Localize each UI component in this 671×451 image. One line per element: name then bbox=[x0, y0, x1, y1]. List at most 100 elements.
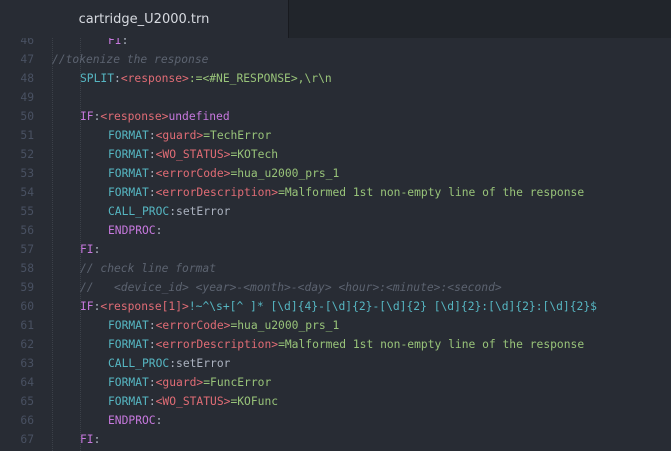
line-number: 58 bbox=[20, 262, 34, 275]
code-line[interactable]: 48 SPLIT:<response>:=<#NE_RESPONSE>,\r\n bbox=[0, 69, 671, 88]
code-token: FORMAT bbox=[108, 186, 149, 199]
code-text: IF:<response>undefined bbox=[80, 107, 230, 126]
code-line[interactable]: 61 FORMAT:<errorCode>=hua_u2000_prs_1 bbox=[0, 316, 671, 335]
code-token: <response[1]> bbox=[100, 300, 189, 313]
code-line[interactable]: 62 FORMAT:<errorDescription>=Malformed 1s… bbox=[0, 335, 671, 354]
code-token: =hua_u2000_prs_1 bbox=[230, 167, 340, 180]
code-token: =Malformed 1st non-empty line of the res… bbox=[278, 186, 585, 199]
code-token: CALL_PROC bbox=[108, 357, 170, 370]
code-line[interactable]: 49 bbox=[0, 88, 671, 107]
code-token: : bbox=[155, 414, 163, 427]
code-text: FORMAT:<guard>=FuncError bbox=[108, 373, 271, 392]
code-text: ENDPROC: bbox=[108, 411, 162, 430]
line-number: 63 bbox=[20, 357, 34, 370]
code-text: FI: bbox=[80, 240, 100, 259]
code-token: :setError bbox=[169, 357, 231, 370]
code-token: FORMAT bbox=[108, 338, 149, 351]
code-line[interactable]: 64 FORMAT:<guard>=FuncError bbox=[0, 373, 671, 392]
code-token: <guard> bbox=[155, 376, 204, 389]
code-line[interactable]: 66 ENDPROC: bbox=[0, 411, 671, 430]
line-number: 55 bbox=[20, 205, 34, 218]
code-line[interactable]: 53 FORMAT:<errorCode>=hua_u2000_prs_1 bbox=[0, 164, 671, 183]
code-line[interactable]: 51 FORMAT:<guard>=TechError bbox=[0, 126, 671, 145]
code-text: CALL_PROC:setError bbox=[108, 354, 230, 373]
code-text: FORMAT:<errorCode>=hua_u2000_prs_1 bbox=[108, 164, 339, 183]
tab-cartridge-file[interactable]: cartridge_U2000.trn bbox=[0, 0, 289, 38]
code-token: IF bbox=[80, 110, 94, 123]
code-token: : bbox=[148, 148, 156, 161]
code-line[interactable]: 54 FORMAT:<errorDescription>=Malformed 1s… bbox=[0, 183, 671, 202]
code-token: <WO_STATUS> bbox=[155, 148, 231, 161]
line-number: 65 bbox=[20, 395, 34, 408]
code-token: !~^\s+[^ ]* [\d]{4}-[\d]{2}-[\d]{2} [\d]… bbox=[188, 300, 597, 313]
code-token: SPLIT bbox=[80, 72, 115, 85]
code-token: : bbox=[121, 38, 129, 47]
code-editor[interactable]: 46 FI: 47//tokenize the response 48 SPLIT:<r… bbox=[0, 38, 671, 451]
code-line[interactable]: 55 CALL_PROC:setError bbox=[0, 202, 671, 221]
line-number: 62 bbox=[20, 338, 34, 351]
code-token: : bbox=[93, 433, 101, 446]
code-token: FORMAT bbox=[108, 148, 149, 161]
code-line[interactable]: 46 FI: bbox=[0, 38, 671, 50]
code-token: : bbox=[155, 224, 163, 237]
code-text: FORMAT:<WO_STATUS>=KOTech bbox=[108, 145, 278, 164]
code-line[interactable]: 58 // check line format bbox=[0, 259, 671, 278]
code-token: =FuncError bbox=[203, 376, 272, 389]
code-token: : bbox=[114, 72, 121, 85]
code-text: CALL_PROC:setError bbox=[108, 202, 230, 221]
code-line[interactable]: 63 CALL_PROC:setError bbox=[0, 354, 671, 373]
code-line[interactable]: 50 IF:<response>undefined bbox=[0, 107, 671, 126]
code-token: FORMAT bbox=[108, 395, 149, 408]
line-number: 56 bbox=[20, 224, 34, 237]
line-number: 61 bbox=[20, 319, 34, 332]
code-text: FORMAT:<errorCode>=hua_u2000_prs_1 bbox=[108, 316, 339, 335]
line-number: 52 bbox=[20, 148, 34, 161]
code-token: =hua_u2000_prs_1 bbox=[230, 319, 340, 332]
code-token: : bbox=[148, 129, 156, 142]
code-token: : bbox=[148, 167, 156, 180]
line-number: 50 bbox=[20, 110, 34, 123]
code-line[interactable]: 60 IF:<response[1]>!~^\s+[^ ]* [\d]{4}-[\… bbox=[0, 297, 671, 316]
code-token: =TechError bbox=[203, 129, 272, 142]
line-number: 54 bbox=[20, 186, 34, 199]
code-token: <errorDescription> bbox=[155, 186, 279, 199]
code-token: <response> bbox=[100, 110, 169, 123]
code-line[interactable]: 56 ENDPROC: bbox=[0, 221, 671, 240]
line-number: 48 bbox=[20, 72, 34, 85]
code-token: :=<#NE_RESPONSE>,\r\n bbox=[188, 72, 332, 85]
code-text: FORMAT:<errorDescription>=Malformed 1st … bbox=[108, 183, 584, 202]
code-token: =KOFunc bbox=[230, 395, 279, 408]
code-token: :setError bbox=[169, 205, 231, 218]
code-line[interactable]: 52 FORMAT:<WO_STATUS>=KOTech bbox=[0, 145, 671, 164]
code-line[interactable]: 67 FI: bbox=[0, 430, 671, 449]
line-number: 49 bbox=[20, 91, 34, 104]
code-token: FI bbox=[80, 243, 94, 256]
code-line[interactable]: 65 FORMAT:<WO_STATUS>=KOFunc bbox=[0, 392, 671, 411]
line-number: 64 bbox=[20, 376, 34, 389]
code-token: undefined bbox=[168, 110, 230, 123]
code-text: SPLIT:<response>:=<#NE_RESPONSE>,\r\n bbox=[80, 69, 332, 88]
code-token: : bbox=[148, 338, 156, 351]
code-token: ENDPROC bbox=[108, 224, 156, 237]
code-text: FORMAT:<guard>=TechError bbox=[108, 126, 271, 145]
line-number: 66 bbox=[20, 414, 34, 427]
code-token: // <device_id> <year>-<month>-<day> <hou… bbox=[80, 281, 502, 294]
code-text: //tokenize the response bbox=[52, 50, 208, 69]
code-text: // check line format bbox=[80, 259, 216, 278]
code-token: //tokenize the response bbox=[52, 53, 209, 66]
code-text: FORMAT:<WO_STATUS>=KOFunc bbox=[108, 392, 278, 411]
line-number: 57 bbox=[20, 243, 34, 256]
code-token: // check line format bbox=[80, 262, 217, 275]
code-line[interactable]: 57 FI: bbox=[0, 240, 671, 259]
line-number: 60 bbox=[20, 300, 34, 313]
code-token: =KOTech bbox=[230, 148, 279, 161]
code-line[interactable]: 47 //tokenize the response bbox=[0, 50, 671, 69]
tab-filename: cartridge_U2000.trn bbox=[78, 11, 210, 27]
code-token: FI bbox=[80, 433, 94, 446]
code-text: // <device_id> <year>-<month>-<day> <hou… bbox=[80, 278, 502, 297]
code-token: FI bbox=[108, 38, 122, 47]
code-line[interactable]: 59 // <device_id> <year>-<month>-<day> <h… bbox=[0, 278, 671, 297]
line-number: 67 bbox=[20, 433, 34, 446]
code-token: ENDPROC bbox=[108, 414, 156, 427]
code-token: : bbox=[93, 243, 101, 256]
